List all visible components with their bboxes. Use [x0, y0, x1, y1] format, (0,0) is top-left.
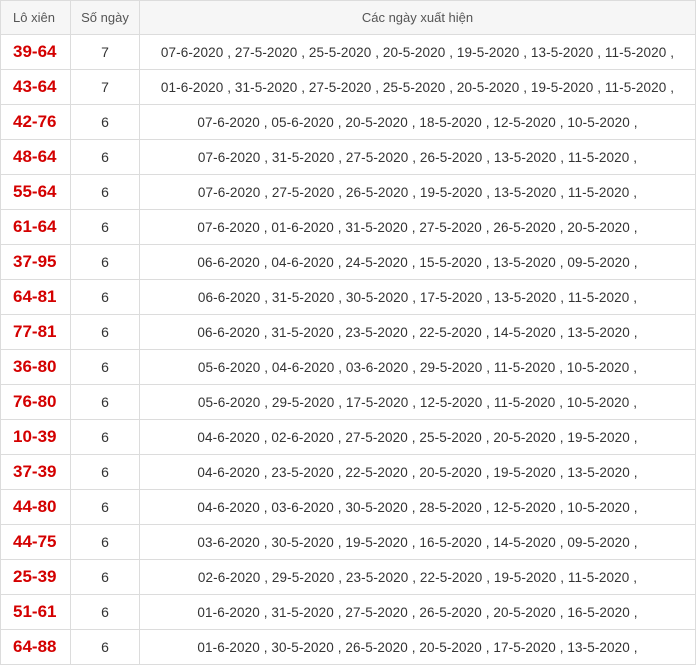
dates-cell: 06-6-2020 , 31-5-2020 , 30-5-2020 , 17-5… [139, 279, 696, 315]
table-row: 76-80 6 05-6-2020 , 29-5-2020 , 17-5-2020 … [0, 384, 696, 420]
dates-cell: 05-6-2020 , 29-5-2020 , 17-5-2020 , 12-5… [139, 384, 696, 420]
day-count-cell: 6 [70, 559, 140, 595]
dates-cell: 01-6-2020 , 31-5-2020 , 27-5-2020 , 25-5… [139, 69, 696, 105]
day-count-cell: 6 [70, 139, 140, 175]
pair-cell: 64-88 [0, 629, 71, 665]
pair-cell: 39-64 [0, 34, 71, 70]
table-row: 51-61 6 01-6-2020 , 31-5-2020 , 27-5-2020 … [0, 594, 696, 630]
dates-cell: 07-6-2020 , 05-6-2020 , 20-5-2020 , 18-5… [139, 104, 696, 140]
table-row: 64-81 6 06-6-2020 , 31-5-2020 , 30-5-2020 … [0, 279, 696, 315]
dates-cell: 04-6-2020 , 02-6-2020 , 27-5-2020 , 25-5… [139, 419, 696, 455]
table-row: 44-75 6 03-6-2020 , 30-5-2020 , 19-5-2020 … [0, 524, 696, 560]
day-count-cell: 6 [70, 279, 140, 315]
table-row: 42-76 6 07-6-2020 , 05-6-2020 , 20-5-2020 … [0, 104, 696, 140]
dates-cell: 03-6-2020 , 30-5-2020 , 19-5-2020 , 16-5… [139, 524, 696, 560]
table-row: 36-80 6 05-6-2020 , 04-6-2020 , 03-6-2020 … [0, 349, 696, 385]
pair-cell: 64-81 [0, 279, 71, 315]
pair-cell: 43-64 [0, 69, 71, 105]
dates-cell: 06-6-2020 , 31-5-2020 , 23-5-2020 , 22-5… [139, 314, 696, 350]
table-row: 39-64 7 07-6-2020 , 27-5-2020 , 25-5-2020 … [0, 34, 696, 70]
day-count-cell: 7 [70, 69, 140, 105]
day-count-cell: 6 [70, 454, 140, 490]
table-row: 37-39 6 04-6-2020 , 23-5-2020 , 22-5-2020 … [0, 454, 696, 490]
day-count-cell: 7 [70, 34, 140, 70]
day-count-cell: 6 [70, 349, 140, 385]
day-count-cell: 6 [70, 244, 140, 280]
dates-cell: 04-6-2020 , 23-5-2020 , 22-5-2020 , 20-5… [139, 454, 696, 490]
pair-cell: 44-75 [0, 524, 71, 560]
dates-cell: 07-6-2020 , 31-5-2020 , 27-5-2020 , 26-5… [139, 139, 696, 175]
header-row: Lô xiên Số ngày Các ngày xuất hiện [0, 0, 696, 35]
dates-cell: 01-6-2020 , 31-5-2020 , 27-5-2020 , 26-5… [139, 594, 696, 630]
pair-cell: 10-39 [0, 419, 71, 455]
dates-cell: 07-6-2020 , 27-5-2020 , 25-5-2020 , 20-5… [139, 34, 696, 70]
table-row: 43-64 7 01-6-2020 , 31-5-2020 , 27-5-2020 … [0, 69, 696, 105]
pair-cell: 76-80 [0, 384, 71, 420]
day-count-cell: 6 [70, 174, 140, 210]
pair-cell: 37-95 [0, 244, 71, 280]
pair-cell: 42-76 [0, 104, 71, 140]
lo-xien-table-container: Lô xiên Số ngày Các ngày xuất hiện 39-64… [0, 0, 696, 665]
pair-cell: 44-80 [0, 489, 71, 525]
dates-cell: 06-6-2020 , 04-6-2020 , 24-5-2020 , 15-5… [139, 244, 696, 280]
table-header: Lô xiên Số ngày Các ngày xuất hiện [0, 0, 696, 35]
pair-cell: 36-80 [0, 349, 71, 385]
day-count-cell: 6 [70, 629, 140, 665]
pair-cell: 48-64 [0, 139, 71, 175]
pair-cell: 37-39 [0, 454, 71, 490]
lo-xien-table: Lô xiên Số ngày Các ngày xuất hiện 39-64… [0, 0, 696, 665]
pair-cell: 51-61 [0, 594, 71, 630]
dates-cell: 01-6-2020 , 30-5-2020 , 26-5-2020 , 20-5… [139, 629, 696, 665]
table-row: 48-64 6 07-6-2020 , 31-5-2020 , 27-5-2020 … [0, 139, 696, 175]
table-row: 25-39 6 02-6-2020 , 29-5-2020 , 23-5-2020 … [0, 559, 696, 595]
table-row: 10-39 6 04-6-2020 , 02-6-2020 , 27-5-2020 … [0, 419, 696, 455]
table-row: 77-81 6 06-6-2020 , 31-5-2020 , 23-5-2020 … [0, 314, 696, 350]
dates-cell: 04-6-2020 , 03-6-2020 , 30-5-2020 , 28-5… [139, 489, 696, 525]
header-dates: Các ngày xuất hiện [139, 0, 696, 35]
pair-cell: 55-64 [0, 174, 71, 210]
dates-cell: 07-6-2020 , 01-6-2020 , 31-5-2020 , 27-5… [139, 209, 696, 245]
table-row: 64-88 6 01-6-2020 , 30-5-2020 , 26-5-2020 … [0, 629, 696, 665]
pair-cell: 61-64 [0, 209, 71, 245]
day-count-cell: 6 [70, 209, 140, 245]
dates-cell: 02-6-2020 , 29-5-2020 , 23-5-2020 , 22-5… [139, 559, 696, 595]
day-count-cell: 6 [70, 594, 140, 630]
table-body: 39-64 7 07-6-2020 , 27-5-2020 , 25-5-2020 … [0, 34, 696, 665]
table-row: 55-64 6 07-6-2020 , 27-5-2020 , 26-5-2020 … [0, 174, 696, 210]
header-pair: Lô xiên [0, 0, 71, 35]
table-row: 61-64 6 07-6-2020 , 01-6-2020 , 31-5-2020 … [0, 209, 696, 245]
dates-cell: 05-6-2020 , 04-6-2020 , 03-6-2020 , 29-5… [139, 349, 696, 385]
day-count-cell: 6 [70, 314, 140, 350]
table-row: 44-80 6 04-6-2020 , 03-6-2020 , 30-5-2020 … [0, 489, 696, 525]
header-day-count: Số ngày [70, 0, 140, 35]
day-count-cell: 6 [70, 384, 140, 420]
pair-cell: 77-81 [0, 314, 71, 350]
day-count-cell: 6 [70, 419, 140, 455]
day-count-cell: 6 [70, 489, 140, 525]
pair-cell: 25-39 [0, 559, 71, 595]
day-count-cell: 6 [70, 524, 140, 560]
dates-cell: 07-6-2020 , 27-5-2020 , 26-5-2020 , 19-5… [139, 174, 696, 210]
table-row: 37-95 6 06-6-2020 , 04-6-2020 , 24-5-2020 … [0, 244, 696, 280]
day-count-cell: 6 [70, 104, 140, 140]
